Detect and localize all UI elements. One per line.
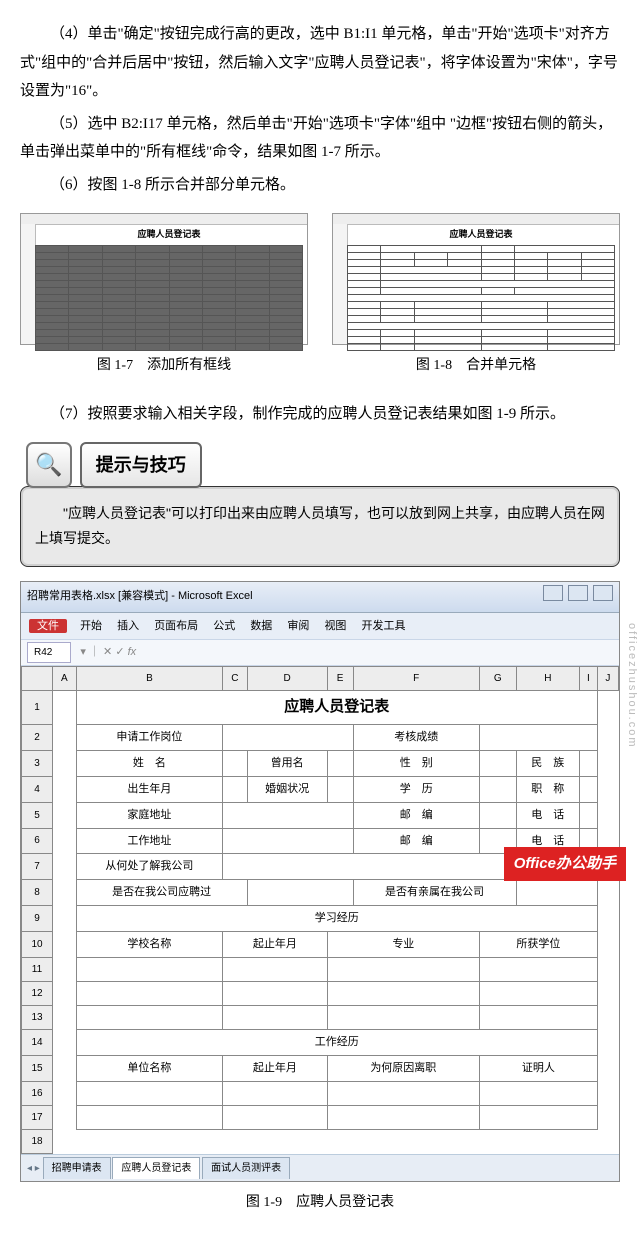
fig18-caption: 图 1-8 合并单元格 [332, 353, 620, 380]
tab-view[interactable]: 视图 [324, 620, 346, 632]
worksheet[interactable]: ABCDEFGHIJ 1应聘人员登记表 2申请工作岗位考核成绩 3姓 名曾用名性… [21, 666, 619, 1153]
tab-insert[interactable]: 插入 [117, 620, 139, 632]
figure-1-7: 应聘人员登记表 [20, 213, 308, 394]
tip-text: "应聘人员登记表"可以打印出来由应聘人员填写，也可以放到网上共享，由应聘人员在网… [35, 501, 605, 551]
fig19-caption: 图 1-9 应聘人员登记表 [20, 1190, 620, 1217]
ribbon-tabs: 文件 开始 插入 页面布局 公式 数据 审阅 视图 开发工具 [21, 613, 619, 641]
tip-body: "应聘人员登记表"可以打印出来由应聘人员填写，也可以放到网上共享，由应聘人员在网… [20, 486, 620, 566]
col-headers: ABCDEFGHIJ [22, 667, 619, 691]
tip-label: 提示与技巧 [80, 442, 202, 488]
paragraph-4: （4）单击"确定"按钮完成行高的更改，选中 B1:I1 单元格，单击"开始"选项… [20, 20, 620, 106]
magnifier-icon: 🔍 [26, 442, 72, 488]
watermark: officezhushou.com [621, 623, 640, 749]
form-title[interactable]: 应聘人员登记表 [76, 691, 597, 725]
paragraph-7: （7）按照要求输入相关字段，制作完成的应聘人员登记表结果如图 1-9 所示。 [20, 400, 620, 429]
sheet-tab-3[interactable]: 面试人员测评表 [202, 1157, 290, 1179]
minimize-icon[interactable] [543, 585, 563, 601]
tab-dev[interactable]: 开发工具 [362, 620, 406, 632]
brand-badge: Office办公助手 [504, 847, 626, 882]
corner[interactable] [22, 667, 53, 691]
fig17-grid [35, 245, 303, 351]
name-box[interactable]: R42 [27, 642, 71, 663]
tab-file[interactable]: 文件 [29, 619, 67, 633]
tab-home[interactable]: 开始 [80, 620, 102, 632]
tab-formula[interactable]: 公式 [213, 620, 235, 632]
excel-window: 招聘常用表格.xlsx [兼容模式] - Microsoft Excel 文件 … [20, 581, 620, 1182]
figure-row-1: 应聘人员登记表 [20, 213, 620, 394]
tip-box: 🔍 提示与技巧 "应聘人员登记表"可以打印出来由应聘人员填写，也可以放到网上共享… [20, 442, 620, 567]
figure-1-8: 应聘人员登记表 [332, 213, 620, 394]
fig18-grid [347, 245, 615, 351]
sheet-tabs: ◂ ▸ 招聘申请表 应聘人员登记表 面试人员测评表 [21, 1154, 619, 1181]
fig17-caption: 图 1-7 添加所有框线 [20, 353, 308, 380]
close-icon[interactable] [593, 585, 613, 601]
maximize-icon[interactable] [568, 585, 588, 601]
fig17-title: 应聘人员登记表 [35, 224, 303, 245]
excel-titlebar: 招聘常用表格.xlsx [兼容模式] - Microsoft Excel [21, 582, 619, 613]
tab-review[interactable]: 审阅 [287, 620, 309, 632]
tab-data[interactable]: 数据 [250, 620, 272, 632]
fig18-title: 应聘人员登记表 [347, 224, 615, 245]
excel-title: 招聘常用表格.xlsx [兼容模式] - Microsoft Excel [27, 586, 253, 607]
window-buttons [541, 585, 613, 609]
paragraph-5: （5）选中 B2:I17 单元格，然后单击"开始"选项卡"字体"组中 "边框"按… [20, 110, 620, 167]
tab-layout[interactable]: 页面布局 [154, 620, 198, 632]
fig18-thumb: 应聘人员登记表 [332, 213, 620, 345]
fig17-thumb: 应聘人员登记表 [20, 213, 308, 345]
name-box-row: R42 ▾ ｜ ✕ ✓ fx [21, 640, 619, 666]
paragraph-6: （6）按图 1-8 所示合并部分单元格。 [20, 171, 620, 200]
sheet-tab-2[interactable]: 应聘人员登记表 [112, 1157, 200, 1179]
sheet-tab-1[interactable]: 招聘申请表 [43, 1157, 111, 1179]
